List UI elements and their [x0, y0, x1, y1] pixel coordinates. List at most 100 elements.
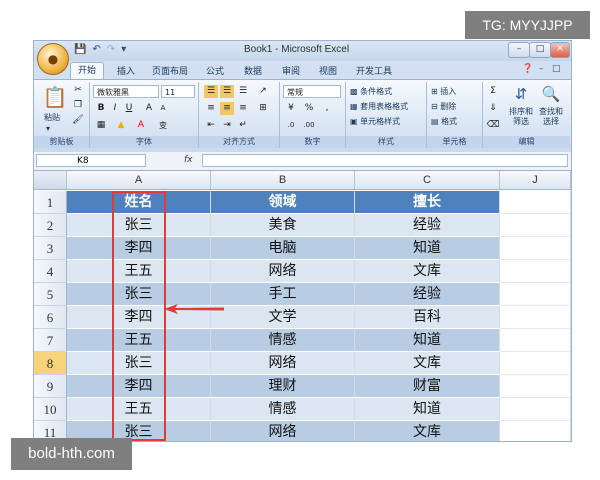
- tab-insert[interactable]: 插入: [117, 64, 135, 77]
- merge-center-icon[interactable]: ⊞: [256, 102, 270, 115]
- phonetic-icon[interactable]: 变: [156, 119, 170, 132]
- font-size-select[interactable]: 11: [161, 85, 195, 98]
- save-icon[interactable]: 💾: [74, 44, 86, 55]
- table-cell[interactable]: 经验: [355, 283, 500, 306]
- increase-indent-icon[interactable]: ⇥: [220, 119, 234, 132]
- orientation-icon[interactable]: ↗: [256, 85, 270, 98]
- column-header-b[interactable]: B: [211, 171, 355, 190]
- table-cell[interactable]: 网络: [211, 421, 355, 441]
- clear-icon[interactable]: ⌫: [486, 119, 500, 132]
- delete-cells-button[interactable]: ⊟ 删除: [431, 101, 456, 112]
- table-cell[interactable]: 美食: [211, 214, 355, 237]
- font-color-icon[interactable]: A: [134, 119, 148, 132]
- autosum-icon[interactable]: Σ: [486, 85, 500, 98]
- sort-filter-button[interactable]: 排序和筛选: [507, 107, 535, 127]
- tab-home[interactable]: 开始: [70, 62, 105, 80]
- empty-cell[interactable]: [500, 329, 571, 352]
- help-icon[interactable]: ❓: [522, 64, 533, 74]
- table-cell[interactable]: 情感: [211, 398, 355, 421]
- empty-cell[interactable]: [500, 398, 571, 421]
- office-button[interactable]: ●: [37, 43, 69, 75]
- row-header[interactable]: 4: [34, 260, 67, 283]
- align-left-icon[interactable]: ≡: [204, 102, 218, 115]
- empty-cell[interactable]: [500, 352, 571, 375]
- decrease-indent-icon[interactable]: ⇤: [204, 119, 218, 132]
- close-button[interactable]: ✕: [550, 42, 570, 58]
- row-header[interactable]: 6: [34, 306, 67, 329]
- format-cells-button[interactable]: ▤ 格式: [431, 116, 457, 127]
- table-cell[interactable]: 网络: [211, 260, 355, 283]
- table-cell[interactable]: 理财: [211, 375, 355, 398]
- shrink-font-icon[interactable]: A: [156, 102, 170, 115]
- table-cell[interactable]: 经验: [355, 214, 500, 237]
- empty-cell[interactable]: [500, 237, 571, 260]
- row-header[interactable]: 3: [34, 237, 67, 260]
- customize-icon[interactable]: ▾: [121, 44, 126, 55]
- empty-cell[interactable]: [500, 191, 571, 214]
- format-painter-icon[interactable]: 🖌: [71, 114, 85, 127]
- align-right-icon[interactable]: ≡: [236, 102, 250, 115]
- table-cell[interactable]: 情感: [211, 329, 355, 352]
- fill-color-icon[interactable]: ▲: [114, 119, 128, 132]
- currency-icon[interactable]: ¥: [284, 102, 298, 115]
- sort-filter-icon[interactable]: ⇵: [511, 84, 531, 104]
- ribbon-restore-icon[interactable]: □: [552, 64, 561, 74]
- cell-styles-button[interactable]: ▣ 单元格样式: [350, 116, 400, 127]
- table-cell[interactable]: 手工: [211, 283, 355, 306]
- maximize-button[interactable]: □: [529, 42, 551, 58]
- row-header[interactable]: 9: [34, 375, 67, 398]
- empty-cell[interactable]: [500, 421, 571, 441]
- copy-icon[interactable]: ❐: [71, 99, 85, 112]
- cut-icon[interactable]: ✂: [71, 84, 85, 97]
- column-header-a[interactable]: A: [67, 171, 211, 190]
- empty-cell[interactable]: [500, 375, 571, 398]
- decrease-decimal-icon[interactable]: .00: [302, 119, 316, 132]
- table-cell[interactable]: 电脑: [211, 237, 355, 260]
- name-box[interactable]: K8: [36, 154, 146, 167]
- table-cell[interactable]: 网络: [211, 352, 355, 375]
- percent-icon[interactable]: %: [302, 102, 316, 115]
- column-header-j[interactable]: J: [500, 171, 571, 190]
- align-center-icon[interactable]: ≡: [220, 102, 234, 115]
- find-select-button[interactable]: 查找和选择: [537, 107, 565, 127]
- insert-cells-button[interactable]: ⊞ 插入: [431, 86, 456, 97]
- align-middle-icon[interactable]: ☰: [220, 85, 234, 98]
- empty-cell[interactable]: [500, 306, 571, 329]
- italic-button[interactable]: I: [108, 102, 122, 115]
- align-top-icon[interactable]: ☰: [204, 85, 218, 98]
- select-all-corner[interactable]: [34, 171, 67, 190]
- minimize-button[interactable]: –: [508, 42, 530, 58]
- grow-font-icon[interactable]: A: [142, 102, 156, 115]
- column-header-c[interactable]: C: [355, 171, 500, 190]
- find-select-icon[interactable]: 🔍: [541, 84, 561, 104]
- empty-cell[interactable]: [500, 260, 571, 283]
- table-cell[interactable]: 文库: [355, 421, 500, 441]
- table-cell[interactable]: 知道: [355, 329, 500, 352]
- tab-review[interactable]: 审阅: [282, 64, 300, 77]
- wrap-text-icon[interactable]: ↵: [236, 119, 250, 132]
- align-bottom-icon[interactable]: ☰: [236, 85, 250, 98]
- table-cell[interactable]: 文库: [355, 352, 500, 375]
- empty-cell[interactable]: [500, 283, 571, 306]
- ribbon-minimize-icon[interactable]: –: [539, 64, 544, 74]
- function-icon[interactable]: fx: [184, 155, 193, 165]
- redo-icon[interactable]: ↷: [107, 44, 115, 55]
- format-as-table-button[interactable]: ▦ 套用表格格式: [350, 101, 408, 112]
- table-cell[interactable]: 文学: [211, 306, 355, 329]
- table-cell[interactable]: 知道: [355, 237, 500, 260]
- conditional-format-button[interactable]: ▩ 条件格式: [350, 86, 392, 97]
- tab-page-layout[interactable]: 页面布局: [152, 64, 188, 77]
- number-format-select[interactable]: 常规: [283, 85, 341, 98]
- comma-icon[interactable]: ,: [320, 102, 334, 115]
- borders-icon[interactable]: ▦: [94, 119, 108, 132]
- fill-icon[interactable]: ⇓: [486, 102, 500, 115]
- row-header[interactable]: 1: [34, 191, 67, 214]
- undo-icon[interactable]: ↶: [92, 44, 100, 55]
- row-header[interactable]: 2: [34, 214, 67, 237]
- paste-icon[interactable]: 📋: [42, 84, 68, 110]
- row-header[interactable]: 8: [34, 352, 67, 375]
- header-cell[interactable]: 擅长: [355, 191, 500, 214]
- bold-button[interactable]: B: [94, 102, 108, 115]
- paste-button[interactable]: 粘贴: [44, 112, 60, 123]
- increase-decimal-icon[interactable]: .0: [284, 119, 298, 132]
